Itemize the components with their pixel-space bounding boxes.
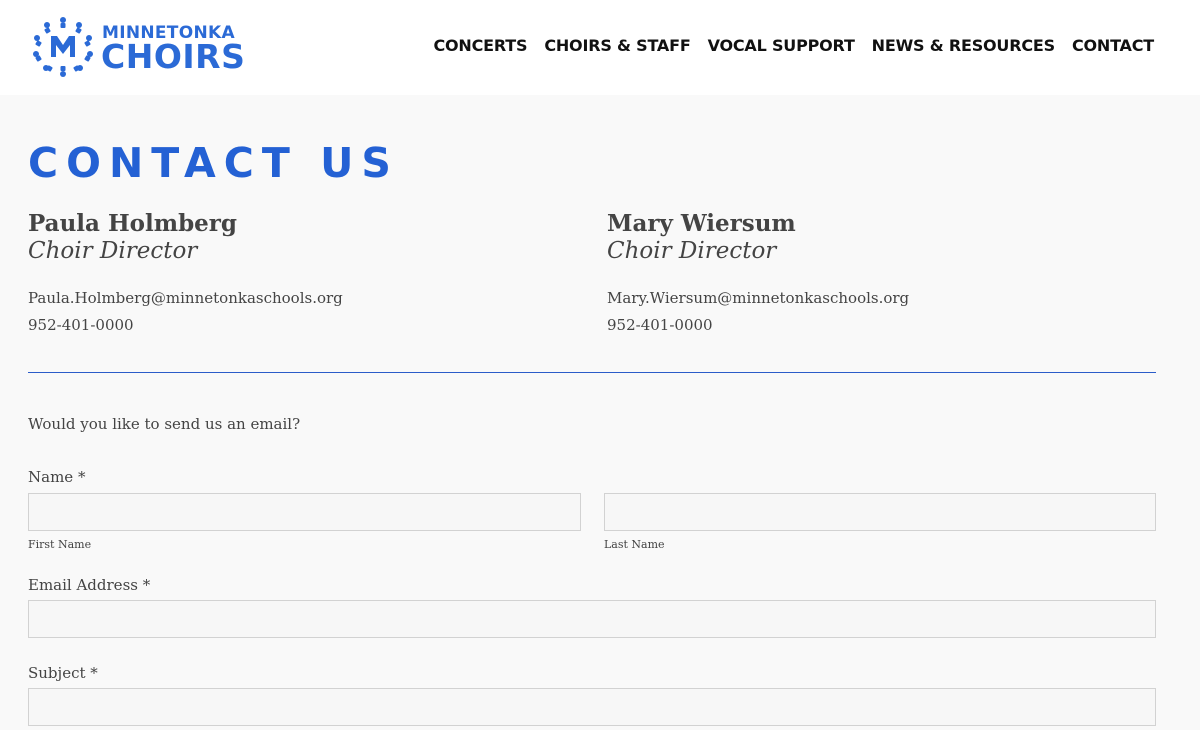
logo-text-choirs: CHOIRS xyxy=(101,37,246,76)
required-marker: * xyxy=(142,576,151,594)
contact-role: Choir Director xyxy=(28,238,198,264)
nav-contact[interactable]: CONTACT xyxy=(1072,36,1154,55)
nav-vocal-support[interactable]: VOCAL SUPPORT xyxy=(708,36,855,55)
contact-card: Mary Wiersum Choir Director Mary.Wiersum… xyxy=(607,210,1027,335)
contact-phone: 952-401-0000 xyxy=(28,316,134,334)
contact-email[interactable]: Mary.Wiersum@minnetonkaschools.org xyxy=(607,288,1027,308)
required-marker: * xyxy=(77,468,86,486)
last-name-input[interactable] xyxy=(604,493,1156,531)
site-header: MINNETONKA CHOIRS CONCERTS CHOIRS & STAF… xyxy=(0,0,1200,95)
subject-input[interactable] xyxy=(28,688,1156,726)
contact-card: Paula Holmberg Choir Director Paula.Holm… xyxy=(28,210,448,335)
required-marker: * xyxy=(90,664,98,682)
first-name-sublabel: First Name xyxy=(28,538,92,551)
nav-news-resources[interactable]: NEWS & RESOURCES xyxy=(872,36,1055,55)
name-label-text: Name xyxy=(28,468,74,486)
name-label: Name * xyxy=(28,468,85,486)
first-name-input[interactable] xyxy=(28,493,581,531)
page-title: CONTACT US xyxy=(28,139,399,187)
contact-email[interactable]: Paula.Holmberg@minnetonkaschools.org xyxy=(28,288,448,308)
email-label-text: Email Address xyxy=(28,576,138,594)
site-logo[interactable]: MINNETONKA CHOIRS xyxy=(30,14,245,82)
section-divider xyxy=(28,372,1156,373)
email-input[interactable] xyxy=(28,600,1156,638)
main-nav: CONCERTS CHOIRS & STAFF VOCAL SUPPORT NE… xyxy=(433,36,1154,55)
contact-name: Paula Holmberg xyxy=(28,210,238,237)
email-label: Email Address * xyxy=(28,576,150,594)
contact-phone: 952-401-0000 xyxy=(607,316,713,334)
contact-role: Choir Director xyxy=(607,238,777,264)
choir-people-circle-logo-icon xyxy=(33,17,93,77)
nav-concerts[interactable]: CONCERTS xyxy=(433,36,527,55)
form-intro: Would you like to send us an email? xyxy=(28,415,301,433)
subject-label-text: Subject xyxy=(28,664,86,682)
contact-name: Mary Wiersum xyxy=(607,210,796,237)
last-name-sublabel: Last Name xyxy=(604,538,665,551)
subject-label: Subject * xyxy=(28,664,98,682)
nav-choirs-staff[interactable]: CHOIRS & STAFF xyxy=(544,36,690,55)
